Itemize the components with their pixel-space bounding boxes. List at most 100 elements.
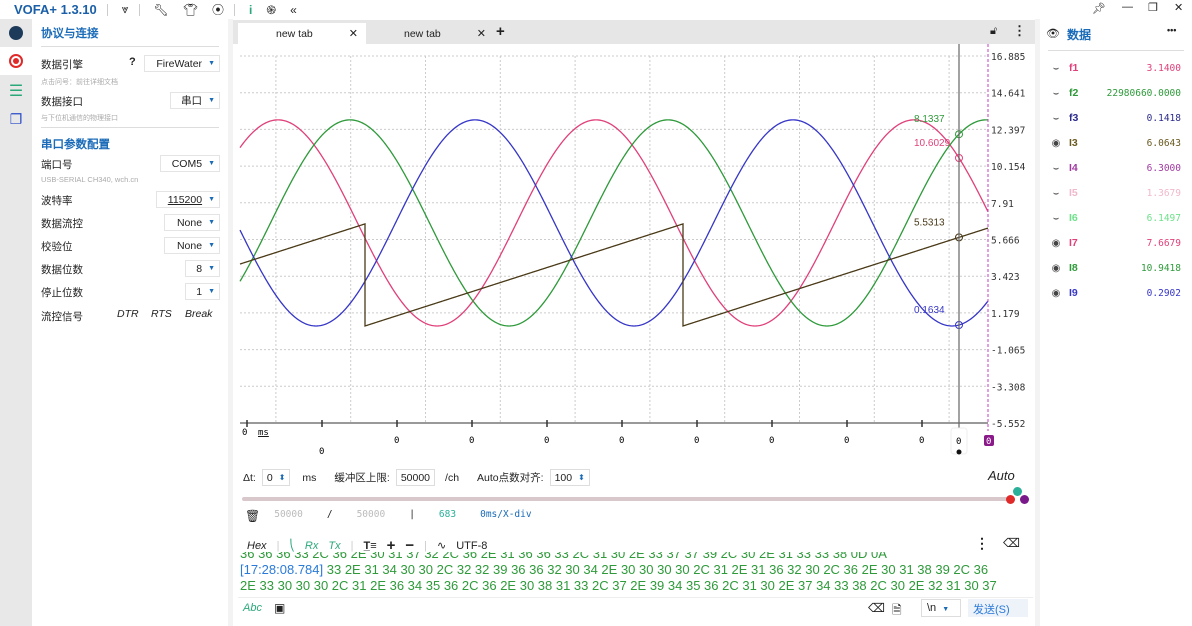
dtr-button[interactable]: DTR bbox=[117, 308, 139, 320]
range-slider[interactable] bbox=[242, 497, 1012, 501]
collapse-icon[interactable]: « bbox=[290, 3, 297, 17]
dt-spinbox[interactable]: 0 ⬍ bbox=[261, 469, 291, 486]
cursor-value-label: 0.1634 bbox=[914, 305, 945, 316]
rx-toggle[interactable]: Rx bbox=[305, 540, 318, 552]
tab-2[interactable]: new tab ✕ bbox=[366, 23, 494, 44]
eye-icon[interactable]: ◉ bbox=[1043, 138, 1069, 149]
engine-help-button[interactable]: ? bbox=[129, 56, 136, 68]
data-panel: 👁︎ 数据 ••• ⌣ f1 3.1400 ⌣ f2 22980660.0000 ⌣ f3 0.… bbox=[1040, 19, 1192, 626]
eye-closed-icon[interactable]: ⌣ bbox=[1043, 63, 1069, 74]
send-input[interactable] bbox=[291, 600, 861, 618]
abc-toggle[interactable]: Abc bbox=[243, 602, 262, 614]
interface-select[interactable]: 串口 ▼ bbox=[170, 92, 220, 109]
restore-icon[interactable]: ❐ bbox=[1148, 1, 1158, 14]
y-tick-label: 12.397 bbox=[991, 125, 1025, 136]
more-menu-icon[interactable]: ⋮ bbox=[1013, 23, 1026, 39]
eye-closed-icon[interactable]: ⌣ bbox=[1043, 213, 1069, 224]
auto-align-spinbox[interactable]: 100 ⬍ bbox=[549, 469, 590, 486]
parity-select[interactable]: None ▼ bbox=[164, 237, 220, 254]
encoding-select[interactable]: UTF-8 bbox=[456, 540, 487, 552]
tab-1[interactable]: new tab ✕ bbox=[238, 23, 366, 44]
data-row[interactable]: ◉ I8 10.9418 bbox=[1040, 258, 1192, 278]
timestamp-toggle-icon[interactable]: ⎝ bbox=[289, 539, 295, 552]
serial-log[interactable]: 36 36 36 33 2C 36 2E 30 31 37 32 2C 36 2… bbox=[240, 552, 1030, 596]
log-timestamp: [17:28:08.784] bbox=[240, 562, 324, 577]
data-row[interactable]: ⌣ f2 22980660.0000 bbox=[1040, 83, 1192, 103]
data-row[interactable]: ⌣ f1 3.1400 bbox=[1040, 58, 1192, 78]
log-more-icon[interactable]: ⋮ bbox=[975, 535, 989, 552]
data-row[interactable]: ⌣ f3 0.1418 bbox=[1040, 108, 1192, 128]
engine-hint[interactable]: 点击问号：前往详细文档 bbox=[41, 77, 118, 87]
data-row[interactable]: ⌣ I4 6.3000 bbox=[1040, 158, 1192, 178]
auto-button[interactable]: Auto bbox=[988, 468, 1015, 483]
clear-log-icon[interactable]: ⌫ bbox=[1003, 536, 1020, 550]
flow-label: 数据流控 bbox=[41, 218, 83, 230]
slider-handle-left[interactable] bbox=[1006, 495, 1015, 504]
series-line-pink bbox=[239, 119, 989, 327]
data-row[interactable]: ◉ I3 6.0643 bbox=[1040, 133, 1192, 153]
series-line-green bbox=[239, 119, 989, 327]
channel-value: 6.0643 bbox=[1146, 137, 1181, 149]
data-row[interactable]: ◉ I7 7.6679 bbox=[1040, 233, 1192, 253]
dt-label: Δt: bbox=[243, 471, 256, 484]
info-icon[interactable]: i bbox=[249, 3, 252, 17]
data-row[interactable]: ◉ I9 0.2902 bbox=[1040, 283, 1192, 303]
data-more-icon[interactable]: ••• bbox=[1167, 25, 1176, 35]
eye-closed-icon[interactable]: ⌣ bbox=[1043, 163, 1069, 174]
newline-select[interactable]: \n ▼ bbox=[921, 599, 961, 617]
flow-select[interactable]: None ▼ bbox=[164, 214, 220, 231]
channel-value: 6.3000 bbox=[1146, 162, 1181, 174]
close-tab-icon[interactable]: ✕ bbox=[349, 27, 358, 40]
port-label: 端口号 bbox=[41, 159, 73, 171]
buffer-input[interactable]: 50000 bbox=[395, 469, 436, 486]
vofa-logo-icon[interactable]: ⩔ bbox=[122, 2, 129, 17]
port-select[interactable]: COM5 ▼ bbox=[160, 155, 220, 172]
eye-icon[interactable]: ◉ bbox=[1043, 238, 1069, 249]
connection-status-icon[interactable] bbox=[0, 19, 32, 47]
eye-closed-icon[interactable]: ⌣ bbox=[1043, 88, 1069, 99]
close-tab-icon[interactable]: ✕ bbox=[477, 27, 486, 40]
data-row[interactable]: ⌣ I6 6.1497 bbox=[1040, 208, 1192, 228]
wrench-icon[interactable]: 🔧︎ bbox=[154, 3, 169, 17]
file-send-icon[interactable]: ▣ bbox=[274, 601, 285, 615]
eye-icon[interactable]: ◉ bbox=[1043, 288, 1069, 299]
break-button[interactable]: Break bbox=[185, 308, 212, 320]
unlock-icon[interactable]: 🔓︎ bbox=[990, 25, 997, 38]
trash-icon[interactable]: 🗑︎ bbox=[245, 509, 260, 523]
pin-icon[interactable]: 📌︎ bbox=[1092, 2, 1106, 15]
add-tab-button[interactable]: + bbox=[496, 23, 505, 40]
slider-handle-top[interactable] bbox=[1013, 487, 1022, 496]
windows-icon[interactable]: ❐ bbox=[0, 105, 32, 133]
engine-select[interactable]: FireWater ▼ bbox=[144, 55, 220, 72]
x-tick-label: 0 bbox=[544, 436, 549, 446]
script-icon[interactable]: 🗎︎ bbox=[892, 601, 902, 622]
baud-select[interactable]: 115200 ▼ bbox=[156, 191, 220, 208]
fingerprint-icon[interactable]: ֍ bbox=[266, 1, 276, 18]
rts-button[interactable]: RTS bbox=[151, 308, 172, 320]
databits-select[interactable]: 8 ▼ bbox=[185, 260, 220, 277]
channel-value: 0.2902 bbox=[1146, 287, 1181, 299]
record-icon[interactable] bbox=[0, 47, 32, 75]
waveform-plot[interactable]: 16.885 14.641 12.397 10.154 7.91 5.666 3.423 1.… bbox=[233, 44, 1035, 464]
eye-closed-icon[interactable]: ⌣ bbox=[1043, 113, 1069, 124]
tx-toggle[interactable]: Tx bbox=[328, 540, 340, 552]
data-row[interactable]: ⌣ I5 1.3679 bbox=[1040, 183, 1192, 203]
stopbits-select[interactable]: 1 ▼ bbox=[185, 283, 220, 300]
minimize-icon[interactable]: — bbox=[1122, 1, 1133, 13]
auto-align-label: Auto点数对齐: bbox=[477, 472, 544, 484]
close-icon[interactable]: ✕ bbox=[1174, 1, 1183, 14]
screenshot-icon[interactable]: ⦿ bbox=[212, 1, 224, 18]
send-button[interactable]: 发送(S) bbox=[968, 599, 1028, 617]
slider-handle-right[interactable] bbox=[1020, 495, 1029, 504]
separator-slash: / bbox=[326, 509, 333, 520]
title-bar: VOFA+ 1.3.10 ⩔ 🔧︎ 👕︎ ⦿ i ֍ « 📌︎ — ❐ ✕ bbox=[0, 0, 1192, 19]
text-format-icon[interactable]: T̲≡ bbox=[363, 540, 376, 552]
eraser-icon[interactable]: ⌫ bbox=[868, 601, 885, 615]
eye-closed-icon[interactable]: ⌣ bbox=[1043, 188, 1069, 199]
hex-toggle[interactable]: Hex bbox=[247, 540, 267, 552]
menu-icon[interactable]: ☰ bbox=[0, 77, 32, 105]
shirt-icon[interactable]: 👕︎ bbox=[183, 3, 198, 17]
parity-label: 校验位 bbox=[41, 241, 73, 253]
eye-icon[interactable]: ◉ bbox=[1043, 263, 1069, 274]
eye-icon[interactable]: 👁︎ bbox=[1046, 27, 1060, 40]
